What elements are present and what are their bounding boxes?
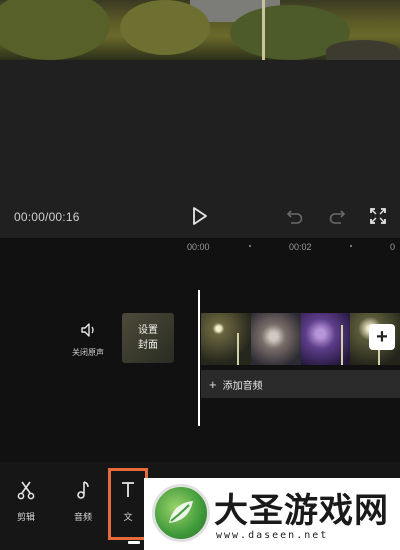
watermark-title: 大圣游戏网 <box>214 491 389 531</box>
mute-original-audio-button[interactable]: 关闭原声 <box>66 322 110 358</box>
ruler-time-label: 00:00 <box>187 242 210 252</box>
playhead[interactable] <box>198 290 200 426</box>
plus-icon: + <box>209 376 217 392</box>
music-note-icon <box>77 481 89 499</box>
speaker-icon <box>81 323 94 337</box>
play-button[interactable] <box>188 204 212 228</box>
active-indicator <box>128 541 140 544</box>
video-preview <box>0 0 400 60</box>
preview-lamp-pole <box>262 0 265 60</box>
play-icon <box>193 207 207 225</box>
clip-thumbnail <box>201 313 251 365</box>
undo-button[interactable] <box>283 204 307 228</box>
clip-thumbnail <box>250 313 301 365</box>
toolbar-item-label: 音频 <box>73 512 92 522</box>
toolbar-item-label: 剪辑 <box>16 512 35 522</box>
fullscreen-button[interactable] <box>366 204 390 228</box>
mute-original-audio-label: 关闭原声 <box>72 348 104 357</box>
add-clip-button[interactable]: + <box>369 324 395 350</box>
add-audio-label: 添加音频 <box>222 380 263 392</box>
preview-tree <box>0 0 110 60</box>
preview-umbrella <box>326 40 400 60</box>
undo-icon <box>286 210 303 224</box>
ruler-tick <box>350 245 352 247</box>
set-cover-label: 封面 <box>138 340 158 351</box>
clip-thumbnail <box>300 313 351 365</box>
ruler-time-label: 0 <box>390 242 396 252</box>
text-icon <box>122 482 134 497</box>
toolbar-item-edit[interactable]: 剪辑 <box>8 480 44 523</box>
ruler-tick <box>249 245 251 247</box>
scissors-icon <box>17 481 35 500</box>
toolbar-item-text[interactable]: 文 <box>110 480 146 523</box>
ruler-time-label: 00:02 <box>289 242 312 252</box>
dasheng-logo-icon <box>152 484 210 542</box>
set-cover-label: 设置 <box>138 325 158 336</box>
toolbar-item-label: 文 <box>123 512 133 522</box>
preview-tree <box>120 0 210 55</box>
add-audio-button[interactable]: + 添加音频 <box>201 370 400 398</box>
watermark-url: www.daseen.net <box>216 530 329 541</box>
toolbar-item-audio[interactable]: 音频 <box>65 480 101 523</box>
redo-icon <box>329 210 346 224</box>
leaf-icon <box>169 501 193 523</box>
playback-time: 00:00/00:16 <box>14 210 80 224</box>
set-cover-button[interactable]: 设置 封面 <box>122 313 174 363</box>
fullscreen-icon <box>370 208 386 224</box>
redo-button[interactable] <box>325 204 349 228</box>
